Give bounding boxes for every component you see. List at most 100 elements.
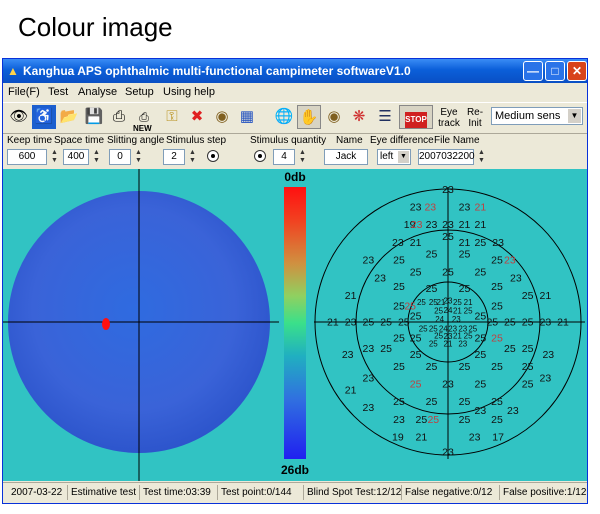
- stimulus-step-input[interactable]: 2: [163, 149, 185, 165]
- threshold-value: 23: [363, 255, 375, 267]
- reinit-button[interactable]: Re- Init: [463, 107, 487, 129]
- app-icon: ▲: [7, 64, 19, 78]
- stimulus-quantity-stepper[interactable]: ▲ ▼: [297, 149, 308, 165]
- slitting-angle-stepper[interactable]: ▲ ▼: [133, 149, 144, 165]
- globe-icon[interactable]: 🌐: [272, 105, 296, 129]
- name-input[interactable]: Jack: [324, 149, 368, 165]
- threshold-value: 25: [393, 361, 405, 373]
- status-false-positive: False positive:1/12: [503, 487, 587, 498]
- file-name-stepper[interactable]: ▲ ▼: [476, 149, 487, 165]
- threshold-value: 25: [491, 414, 503, 426]
- cancel-icon[interactable]: ✖: [185, 105, 209, 129]
- eye-difference-value: left: [380, 151, 394, 162]
- threshold-value: 21: [475, 201, 487, 213]
- threshold-value: 25: [410, 266, 422, 278]
- threshold-value: 23: [507, 405, 519, 417]
- scale-bottom-label: 26db: [281, 463, 309, 477]
- stimulus-step-radio[interactable]: [207, 150, 219, 162]
- mouse-icon[interactable]: ◉: [210, 105, 234, 129]
- accessibility-icon[interactable]: ♿: [32, 105, 56, 129]
- eye-icon[interactable]: 👁: [7, 105, 31, 129]
- status-blind-spot: Blind Spot Test:12/12: [307, 487, 402, 498]
- threshold-value: 23: [374, 272, 386, 284]
- list-icon[interactable]: ☰: [373, 105, 397, 129]
- print-new-icon[interactable]: ⎙ NEW: [132, 105, 156, 133]
- scale-top-label: 0db: [284, 170, 305, 184]
- save-icon[interactable]: 💾: [82, 105, 106, 129]
- space-time-input[interactable]: 400: [63, 149, 89, 165]
- keep-time-input[interactable]: 600: [7, 149, 47, 165]
- threshold-value: 25: [459, 414, 471, 426]
- db-color-scale: [284, 187, 306, 459]
- threshold-value: 25: [410, 311, 422, 323]
- space-time-stepper[interactable]: ▲ ▼: [91, 149, 102, 165]
- stimulus-quantity-input[interactable]: 4: [273, 149, 295, 165]
- maximize-button[interactable]: □: [545, 61, 565, 81]
- stimulus-quantity-radio[interactable]: [254, 150, 266, 162]
- target-icon[interactable]: ❋: [347, 105, 371, 129]
- menu-test[interactable]: Test: [48, 86, 68, 98]
- file-name-input[interactable]: 2007032200: [418, 149, 475, 165]
- key-icon[interactable]: ⚿: [160, 105, 184, 129]
- threshold-value: 25: [442, 231, 454, 243]
- threshold-value: 25: [426, 283, 438, 295]
- threshold-value: 25: [426, 361, 438, 373]
- chevron-down-icon[interactable]: ▼: [398, 151, 409, 163]
- minimize-button[interactable]: —: [523, 61, 543, 81]
- open-folder-icon[interactable]: 📂: [57, 105, 81, 129]
- threshold-value: 23: [475, 405, 487, 417]
- space-time-label: Space time: [54, 135, 105, 146]
- close-button[interactable]: ✕: [567, 61, 587, 81]
- chevron-down-icon[interactable]: ▼: [568, 109, 581, 123]
- eye-difference-label: Eye difference: [370, 135, 434, 146]
- app-window: ▲ Kanghua APS ophthalmic multi-functiona…: [2, 58, 588, 504]
- threshold-value: 21: [540, 290, 552, 302]
- threshold-value: 25: [442, 266, 454, 278]
- bar-chart-icon[interactable]: ▦: [235, 105, 259, 129]
- menu-file[interactable]: File(F): [8, 86, 40, 98]
- threshold-value: 25: [475, 311, 487, 323]
- threshold-value: 23: [426, 219, 438, 231]
- visual-field-svg: 0db 26db 2323 23 23 211923 23 23 21 2123 21 25 21 2…: [3, 169, 585, 481]
- threshold-value: 23: [452, 315, 461, 324]
- threshold-value: 23: [442, 446, 454, 458]
- stimulus-step-stepper[interactable]: ▲ ▼: [187, 149, 198, 165]
- hand-icon[interactable]: ✋: [297, 105, 321, 129]
- threshold-value: 25: [475, 378, 487, 390]
- threshold-value: 25: [522, 290, 534, 302]
- threshold-value: 23: [392, 237, 404, 249]
- stop-button[interactable]: STOP: [399, 105, 433, 129]
- stop-label: STOP: [405, 112, 427, 128]
- threshold-value: 21: [410, 237, 422, 249]
- eye-difference-select[interactable]: left ▼: [377, 149, 411, 165]
- threshold-value: 23: [442, 184, 454, 196]
- eye-track-button[interactable]: Eye track: [437, 107, 461, 129]
- menu-using-help[interactable]: Using help: [163, 86, 215, 98]
- slitting-angle-input[interactable]: 0: [109, 149, 131, 165]
- threshold-value: 25: [417, 298, 426, 307]
- status-false-negative: False negative:0/12: [405, 487, 493, 498]
- sensitivity-select[interactable]: Medium sens ▼: [491, 107, 583, 125]
- print-icon[interactable]: ⎙: [107, 105, 131, 129]
- keep-time-stepper[interactable]: ▲ ▼: [49, 149, 60, 165]
- threshold-value: 25: [459, 283, 471, 295]
- threshold-value: 23: [393, 414, 405, 426]
- threshold-value: 25: [486, 317, 498, 329]
- threshold-value: 25: [453, 298, 462, 307]
- threshold-value: 23: [363, 343, 375, 355]
- threshold-value: 23: [363, 402, 375, 414]
- threshold-value: 21: [416, 432, 428, 444]
- threshold-value: 21: [327, 317, 339, 329]
- threshold-value: 23: [424, 201, 436, 213]
- threshold-value: 23: [504, 255, 516, 267]
- threshold-value: 25: [504, 343, 516, 355]
- threshold-value: 25: [393, 396, 405, 408]
- mouse-alt-icon[interactable]: ◉: [322, 105, 346, 129]
- menu-analyse[interactable]: Analyse: [78, 86, 117, 98]
- threshold-value: 25: [416, 414, 428, 426]
- title-bar[interactable]: ▲ Kanghua APS ophthalmic multi-functiona…: [3, 59, 587, 83]
- threshold-value: 25: [475, 332, 487, 344]
- threshold-value: 21: [345, 384, 357, 396]
- threshold-value: 25: [410, 378, 422, 390]
- menu-setup[interactable]: Setup: [125, 86, 154, 98]
